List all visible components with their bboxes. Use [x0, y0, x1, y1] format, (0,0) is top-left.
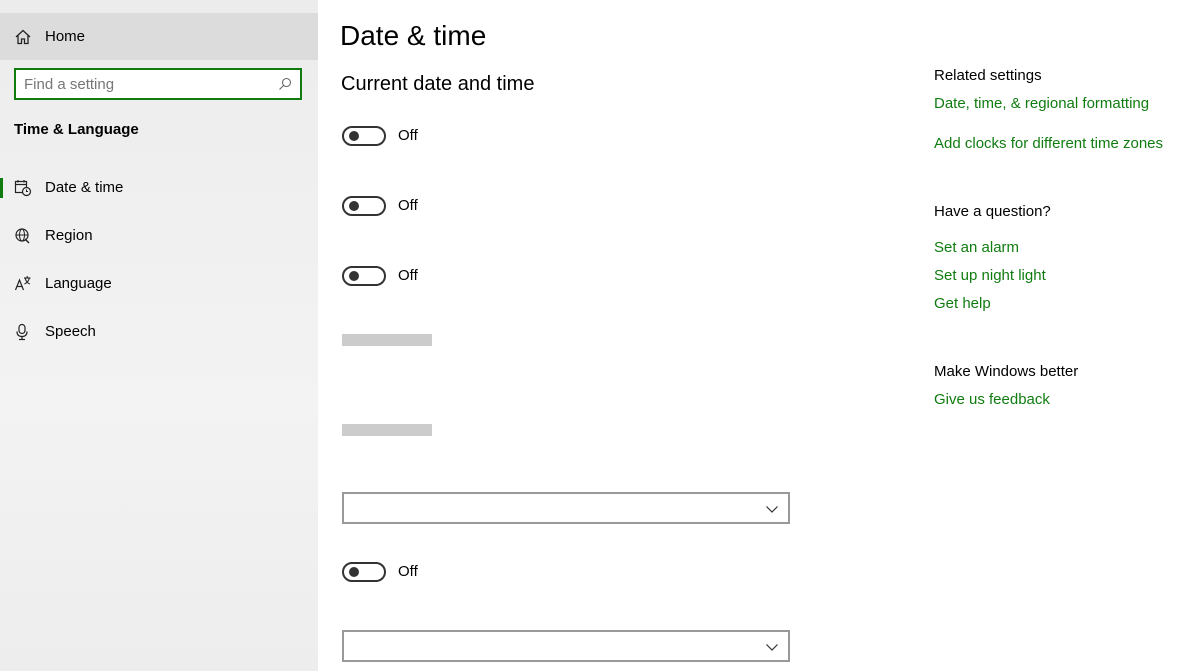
link-add-clocks[interactable]: Add clocks for different time zones [934, 135, 1163, 152]
section-title: Time & Language [14, 121, 139, 138]
sidebar: Home Time & Language Date & time [0, 0, 318, 671]
toggle-switch-4[interactable] [342, 562, 386, 582]
toggle-switch-3[interactable] [342, 266, 386, 286]
active-indicator [0, 178, 3, 198]
search-box[interactable] [14, 68, 302, 100]
toggle-state-label: Off [398, 563, 418, 580]
search-input[interactable] [24, 74, 274, 94]
search-icon[interactable] [278, 77, 292, 91]
chevron-down-icon [766, 644, 778, 651]
sidebar-item-label: Speech [45, 323, 96, 340]
loading-placeholder-bar [342, 334, 432, 346]
microphone-icon [16, 323, 28, 341]
toggle-state-label: Off [398, 127, 418, 144]
related-settings-heading: Related settings [934, 67, 1042, 84]
link-night-light[interactable]: Set up night light [934, 267, 1046, 284]
toggle-switch-2[interactable] [342, 196, 386, 216]
toggle-knob [349, 131, 359, 141]
sidebar-item-region[interactable]: Region [0, 216, 318, 256]
link-get-help[interactable]: Get help [934, 295, 991, 312]
page-title: Date & time [340, 20, 487, 51]
toggle-knob [349, 201, 359, 211]
feedback-heading: Make Windows better [934, 363, 1079, 380]
chevron-down-icon [766, 506, 778, 513]
loading-placeholder-bar [342, 424, 432, 436]
toggle-state-label: Off [398, 267, 418, 284]
language-icon [14, 276, 31, 291]
sidebar-item-label: Date & time [45, 179, 124, 196]
link-set-alarm[interactable]: Set an alarm [934, 239, 1019, 256]
sidebar-item-label: Region [45, 227, 93, 244]
settings-window: Home Time & Language Date & time [0, 0, 1187, 671]
dropdown-select-1[interactable] [342, 492, 790, 524]
toggle-switch-1[interactable] [342, 126, 386, 146]
question-heading: Have a question? [934, 203, 1051, 220]
link-give-feedback[interactable]: Give us feedback [934, 391, 1050, 408]
home-nav-item[interactable]: Home [0, 13, 318, 60]
sidebar-item-date-time[interactable]: Date & time [0, 168, 318, 208]
link-regional-formatting[interactable]: Date, time, & regional formatting [934, 95, 1149, 112]
toggle-knob [349, 567, 359, 577]
dropdown-select-2[interactable] [342, 630, 790, 662]
calendar-clock-icon [14, 180, 32, 197]
home-icon [15, 29, 31, 45]
home-label: Home [45, 28, 86, 45]
section-heading: Current date and time [341, 73, 535, 95]
sidebar-item-speech[interactable]: Speech [0, 312, 318, 352]
sidebar-item-language[interactable]: Language [0, 264, 318, 304]
toggle-state-label: Off [398, 197, 418, 214]
toggle-knob [349, 271, 359, 281]
globe-icon [15, 228, 30, 244]
sidebar-item-label: Language [45, 275, 112, 292]
